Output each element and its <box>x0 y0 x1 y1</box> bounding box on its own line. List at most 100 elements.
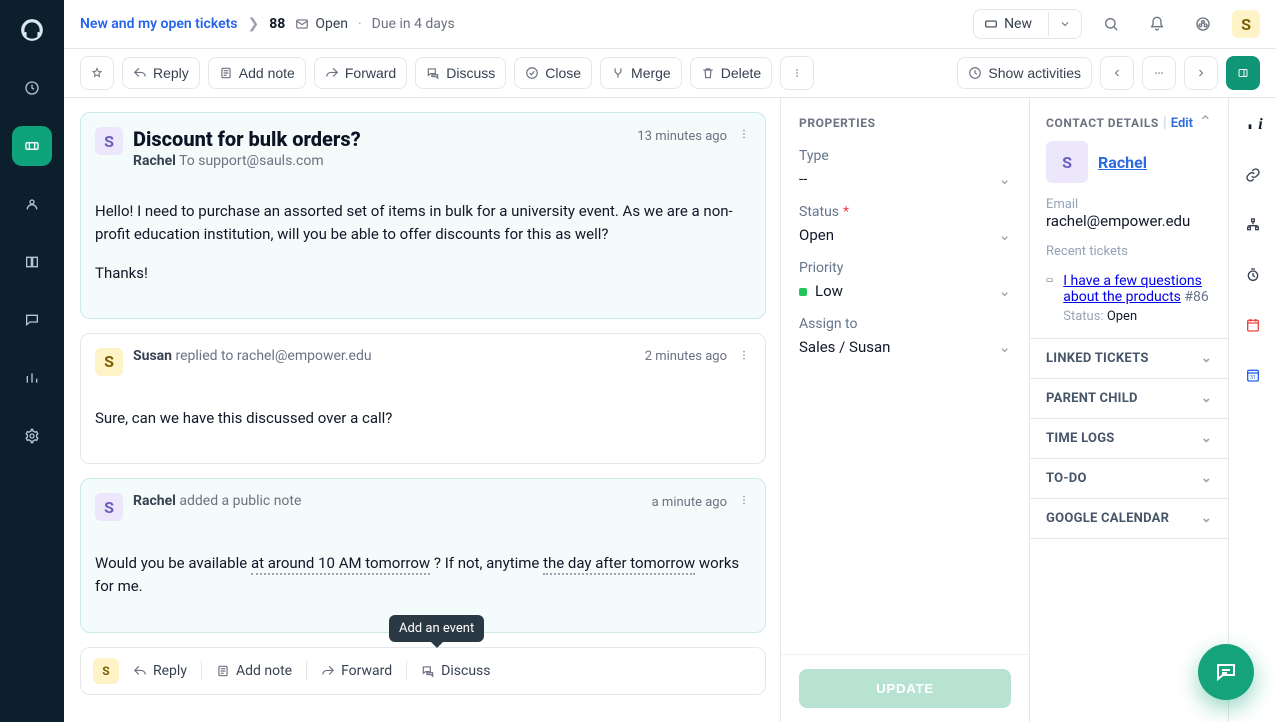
new-button-caret[interactable] <box>1048 12 1081 36</box>
acc-parent-child[interactable]: PARENT CHILD⌄ <box>1030 379 1228 418</box>
forward-button[interactable]: Forward <box>314 57 407 89</box>
rail-chat[interactable] <box>12 300 52 340</box>
message-body: Hello! I need to purchase an assorted se… <box>81 179 765 318</box>
quick-addnote[interactable]: Add note <box>216 663 292 679</box>
search-button[interactable] <box>1094 7 1128 41</box>
show-activities-button[interactable]: Show activities <box>957 57 1092 89</box>
notifications-button[interactable] <box>1140 7 1174 41</box>
reply-button[interactable]: Reply <box>122 57 200 89</box>
new-button[interactable]: New <box>973 9 1082 39</box>
event-time-2[interactable]: the day after tomorrow <box>543 554 695 575</box>
subject: Discount for bulk orders? <box>133 127 361 151</box>
close-button[interactable]: Close <box>514 57 592 89</box>
properties-panel: PROPERTIES Type -- ⌄ Status * Open ⌄ <box>780 98 1030 722</box>
rail-settings[interactable] <box>12 416 52 456</box>
apps-button[interactable] <box>1186 7 1220 41</box>
rail-tickets[interactable] <box>12 126 52 166</box>
rail-contacts[interactable] <box>12 184 52 224</box>
right-rail: i 31 <box>1228 98 1276 722</box>
message-card: S Rachel added a public note a minute ag… <box>80 478 766 633</box>
body-line: Thanks! <box>95 262 751 285</box>
message-more[interactable] <box>737 493 751 511</box>
value: -- <box>799 170 807 188</box>
field-status[interactable]: Status * Open ⌄ <box>781 196 1029 252</box>
page-more[interactable] <box>1142 56 1176 90</box>
forward-label: Forward <box>345 65 396 81</box>
calendar-icon[interactable] <box>1236 308 1270 342</box>
message-more[interactable] <box>737 127 751 145</box>
chevron-down-icon: ⌄ <box>1201 391 1212 406</box>
acc-google-calendar[interactable]: GOOGLE CALENDAR⌄ <box>1030 499 1228 538</box>
toggle-sidepanel[interactable] <box>1226 56 1260 90</box>
quick-reply[interactable]: Reply <box>133 663 187 679</box>
time: 13 minutes ago <box>637 129 727 144</box>
timer-icon[interactable] <box>1236 258 1270 292</box>
org-icon[interactable] <box>1236 208 1270 242</box>
trash-icon <box>701 66 715 80</box>
left-rail <box>0 0 64 722</box>
forward-icon <box>325 66 339 80</box>
toolbar: Reply Add note Forward Discuss Close <box>64 49 1276 98</box>
field-assign[interactable]: Assign to Sales / Susan ⌄ <box>781 308 1029 364</box>
quick-discuss[interactable]: Discuss <box>421 663 490 679</box>
more-button[interactable] <box>780 56 814 90</box>
field-type[interactable]: Type -- ⌄ <box>781 140 1029 196</box>
message-body: Sure, can we have this discussed over a … <box>81 386 765 463</box>
chat-fab[interactable] <box>1198 644 1254 700</box>
link-icon[interactable] <box>1236 158 1270 192</box>
update-button[interactable]: UPDATE <box>799 669 1011 708</box>
new-button-label: New <box>1004 16 1032 32</box>
chevron-down-icon <box>1059 18 1071 30</box>
label: Assign to <box>799 316 1011 332</box>
collapse-icon[interactable]: ⌃ <box>1199 112 1212 131</box>
email-label: Email <box>1046 197 1212 212</box>
acc-todo[interactable]: TO-DO⌄ <box>1030 459 1228 498</box>
rail-dashboard[interactable] <box>12 68 52 108</box>
due-text: Due in 4 days <box>372 16 455 32</box>
quick-forward-label: Forward <box>341 663 392 679</box>
acc-time-logs[interactable]: TIME LOGS⌄ <box>1030 419 1228 458</box>
recent-ticket-link[interactable]: I have a few questions about the product… <box>1063 273 1202 305</box>
discuss-button[interactable]: Discuss <box>415 57 506 89</box>
time: 2 minutes ago <box>645 349 727 364</box>
separator <box>201 661 202 681</box>
info-icon[interactable]: i <box>1236 108 1270 142</box>
rail-knowledge[interactable] <box>12 242 52 282</box>
breadcrumb-link[interactable]: New and my open tickets <box>80 16 238 32</box>
reply-label: Reply <box>153 65 189 81</box>
body-mid: ? If not, anytime <box>434 554 543 572</box>
accordion: LINKED TICKETS⌄ PARENT CHILD⌄ TIME LOGS⌄… <box>1030 338 1228 539</box>
contact-title: CONTACT DETAILS <box>1046 116 1159 130</box>
contact-name[interactable]: Rachel <box>1098 153 1147 172</box>
kebab-icon <box>737 127 751 141</box>
rail-reports[interactable] <box>12 358 52 398</box>
delete-label: Delete <box>721 65 761 81</box>
brand-logo <box>12 10 52 50</box>
star-icon <box>91 65 103 81</box>
panel-icon <box>1237 66 1249 80</box>
field-priority[interactable]: Priority Low ⌄ <box>781 252 1029 308</box>
value: Open <box>799 226 834 244</box>
chevron-right-icon <box>1195 66 1207 80</box>
chevron-left-icon <box>1111 66 1123 80</box>
forward-icon <box>321 664 335 678</box>
star-button[interactable] <box>80 56 114 90</box>
quick-forward[interactable]: Forward <box>321 663 392 679</box>
avatar: S <box>95 493 123 521</box>
kebab-icon <box>791 65 803 81</box>
chevron-down-icon: ⌄ <box>998 170 1011 188</box>
merge-button[interactable]: Merge <box>600 57 682 89</box>
message-more[interactable] <box>737 348 751 366</box>
acc-linked-tickets[interactable]: LINKED TICKETS⌄ <box>1030 339 1228 378</box>
message-card: S Discount for bulk orders? Rachel To su… <box>80 112 766 319</box>
separator <box>406 661 407 681</box>
event-time-1[interactable]: at around 10 AM tomorrow <box>251 554 430 575</box>
ticket-icon <box>984 17 998 31</box>
add-note-button[interactable]: Add note <box>208 57 306 89</box>
user-avatar[interactable]: S <box>1232 10 1260 38</box>
delete-button[interactable]: Delete <box>690 57 772 89</box>
next-button[interactable] <box>1184 56 1218 90</box>
edit-link[interactable]: Edit <box>1171 116 1193 131</box>
prev-button[interactable] <box>1100 56 1134 90</box>
g-calendar-icon[interactable]: 31 <box>1236 358 1270 392</box>
